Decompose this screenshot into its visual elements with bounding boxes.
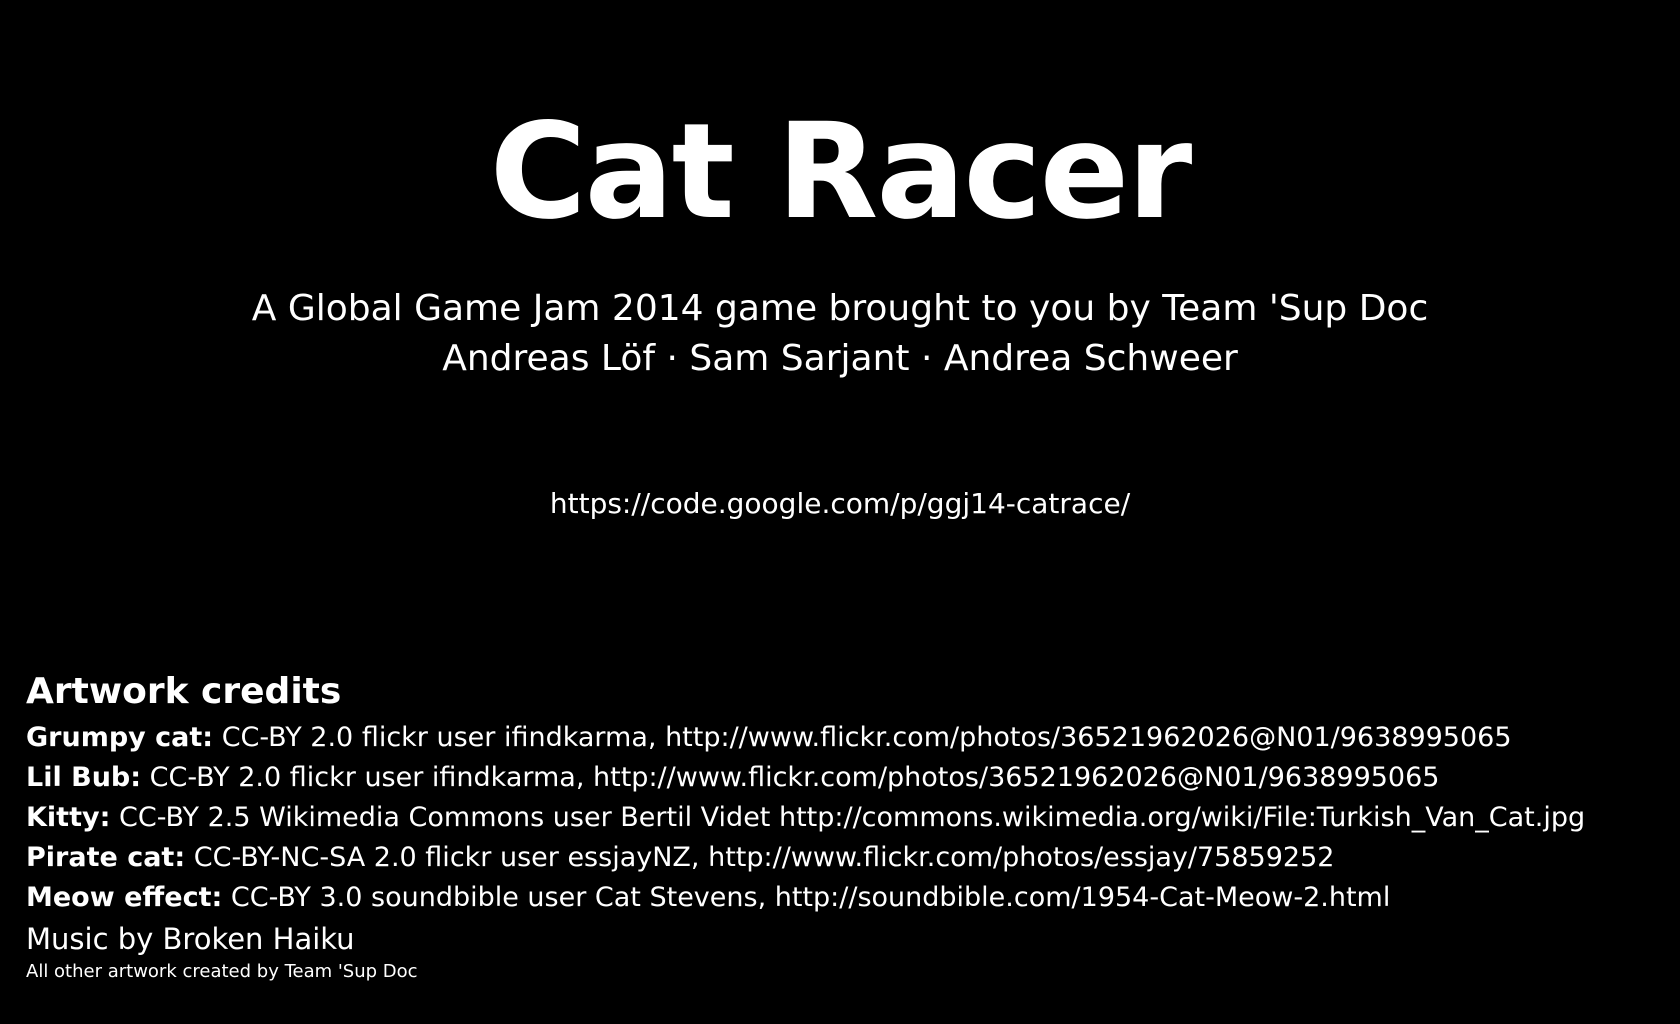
credit-line-lil-bub: Lil Bub: CC-BY 2.0 flickr user ifindkarm… (26, 758, 1666, 798)
credit-text: CC-BY 3.0 soundbible user Cat Stevens, h… (230, 882, 1391, 913)
credit-text: CC-BY 2.5 Wikimedia Commons user Bertil … (118, 802, 1586, 833)
credit-name: Meow effect: (26, 882, 223, 913)
project-url-link[interactable]: https://code.google.com/p/ggj14-catrace/ (0, 484, 1680, 524)
credit-name: Lil Bub: (26, 762, 142, 793)
other-artwork-credit: All other artwork created by Team 'Sup D… (26, 961, 418, 982)
credit-line-grumpy-cat: Grumpy cat: CC-BY 2.0 flickr user ifindk… (26, 718, 1666, 758)
credit-text: CC-BY 2.0 flickr user ifindkarma, http:/… (221, 722, 1512, 753)
subtitle: A Global Game Jam 2014 game brought to y… (251, 288, 1429, 329)
credit-name: Pirate cat: (26, 842, 186, 873)
credit-line-meow-effect: Meow effect: CC-BY 3.0 soundbible user C… (26, 878, 1666, 918)
credit-name: Grumpy cat: (26, 722, 214, 753)
credit-line-pirate-cat: Pirate cat: CC-BY-NC-SA 2.0 flickr user … (26, 838, 1666, 878)
authors-line: Andreas Löf · Sam Sarjant · Andrea Schwe… (442, 338, 1238, 379)
game-title: Cat Racer (489, 95, 1193, 249)
credits-section: Artwork credits Grumpy cat: CC-BY 2.0 fl… (26, 668, 1666, 984)
credits-heading: Artwork credits (26, 671, 342, 712)
credit-text: CC-BY 2.0 flickr user ifindkarma, http:/… (149, 762, 1440, 793)
credit-name: Kitty: (26, 802, 111, 833)
credit-text: CC-BY-NC-SA 2.0 flickr user essjayNZ, ht… (193, 842, 1335, 873)
music-credit: Music by Broken Haiku (26, 922, 355, 956)
credit-line-kitty: Kitty: CC-BY 2.5 Wikimedia Commons user … (26, 798, 1666, 838)
